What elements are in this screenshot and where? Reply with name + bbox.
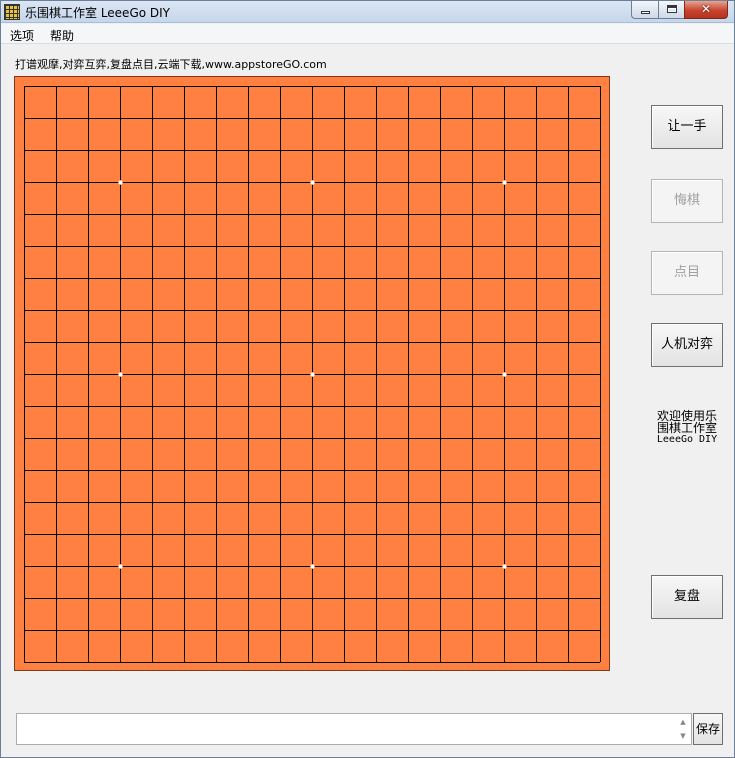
- play-vs-computer-button[interactable]: 人机对弈: [651, 323, 723, 367]
- welcome-message: 欢迎使用乐 围棋工作室 LeeeGo DIY: [651, 410, 723, 446]
- feature-info-text: 打谱观摩,对弈互弈,复盘点目,云端下载,www.appstoreGO.com: [15, 58, 327, 71]
- welcome-line-3: LeeeGo DIY: [656, 434, 718, 445]
- minimize-icon: [641, 11, 650, 14]
- minimize-button[interactable]: [631, 1, 658, 19]
- welcome-line-2: 围棋工作室: [656, 421, 717, 435]
- maximize-icon: [667, 5, 677, 13]
- save-button[interactable]: 保存: [693, 713, 723, 745]
- star-point: [310, 180, 315, 185]
- star-point: [502, 372, 507, 377]
- star-point: [502, 564, 507, 569]
- go-board-app-icon[interactable]: [4, 4, 20, 20]
- undo-button[interactable]: 悔棋: [651, 179, 723, 223]
- app-window: 乐围棋工作室 LeeeGo DIY ✕ 选项 帮助 打谱观摩,对弈互弈,复盘点目…: [0, 0, 735, 758]
- menu-bar: 选项 帮助: [1, 24, 734, 44]
- handicap-button[interactable]: 让一手: [651, 105, 723, 149]
- star-point: [118, 180, 123, 185]
- star-point: [118, 372, 123, 377]
- close-icon: ✕: [700, 2, 712, 16]
- menu-help[interactable]: 帮助: [41, 24, 81, 44]
- star-point: [310, 372, 315, 377]
- star-point: [502, 180, 507, 185]
- title-bar[interactable]: 乐围棋工作室 LeeeGo DIY ✕: [1, 1, 734, 23]
- comment-textarea[interactable]: ▲ ▼: [16, 713, 692, 745]
- maximize-button[interactable]: [658, 1, 684, 19]
- star-point: [310, 564, 315, 569]
- count-points-button[interactable]: 点目: [651, 251, 723, 295]
- window-controls: ✕: [631, 1, 728, 19]
- review-game-button[interactable]: 复盘: [651, 575, 723, 619]
- go-board-grid: [24, 86, 601, 663]
- star-point: [118, 564, 123, 569]
- scroll-down-icon[interactable]: ▼: [676, 729, 690, 743]
- menu-options[interactable]: 选项: [1, 24, 41, 44]
- scroll-up-icon[interactable]: ▲: [676, 715, 690, 729]
- close-button[interactable]: ✕: [684, 1, 728, 19]
- window-title: 乐围棋工作室 LeeeGo DIY: [25, 6, 171, 20]
- go-board[interactable]: [14, 76, 610, 671]
